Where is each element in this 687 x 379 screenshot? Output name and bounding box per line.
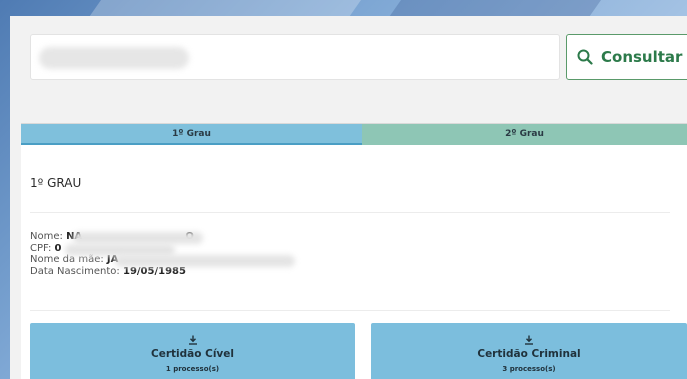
certificate-count: 1 processo(s) [165, 365, 220, 373]
birth-value: 19/05/1985 [122, 265, 186, 277]
download-icon [525, 335, 533, 345]
results-card: 1º Grau 2º Grau 1º GRAU Nome: NA O CPF: … [21, 123, 687, 379]
search-bar: Consultar [30, 34, 687, 82]
birth-row: Data Nascimento: 19/05/1985 [30, 266, 194, 278]
redacted-text [115, 255, 295, 267]
certificate-title: Certidão Criminal [477, 348, 581, 360]
download-icon [188, 335, 197, 345]
redacted-text [73, 232, 203, 244]
divider [30, 212, 670, 213]
search-input[interactable] [30, 34, 560, 80]
birth-label: Data Nascimento: [30, 265, 120, 277]
redacted-text [39, 47, 189, 69]
consultar-button[interactable]: Consultar [566, 34, 687, 80]
name-label: Nome: [30, 231, 63, 242]
divider [30, 310, 670, 311]
certidao-civel-button[interactable]: Certidão Cível 1 processo(s) [30, 323, 355, 379]
cpf-value: 0 [54, 242, 62, 254]
section-title: 1º GRAU [30, 176, 82, 190]
degree-tabs: 1º Grau 2º Grau [21, 124, 687, 145]
cpf-label: CPF: [30, 242, 52, 254]
tab-2-grau[interactable]: 2º Grau [362, 124, 687, 145]
search-icon [577, 49, 593, 65]
certidao-criminal-button[interactable]: Certidão Criminal 3 processo(s) [371, 323, 687, 379]
page-panel: Consultar 1º Grau 2º Grau 1º GRAU Nome: … [10, 16, 687, 379]
certificate-count: 3 processo(s) [502, 365, 556, 373]
certificate-title: Certidão Cível [151, 348, 234, 360]
consultar-label: Consultar [601, 48, 683, 66]
tab-1-grau[interactable]: 1º Grau [21, 124, 362, 145]
